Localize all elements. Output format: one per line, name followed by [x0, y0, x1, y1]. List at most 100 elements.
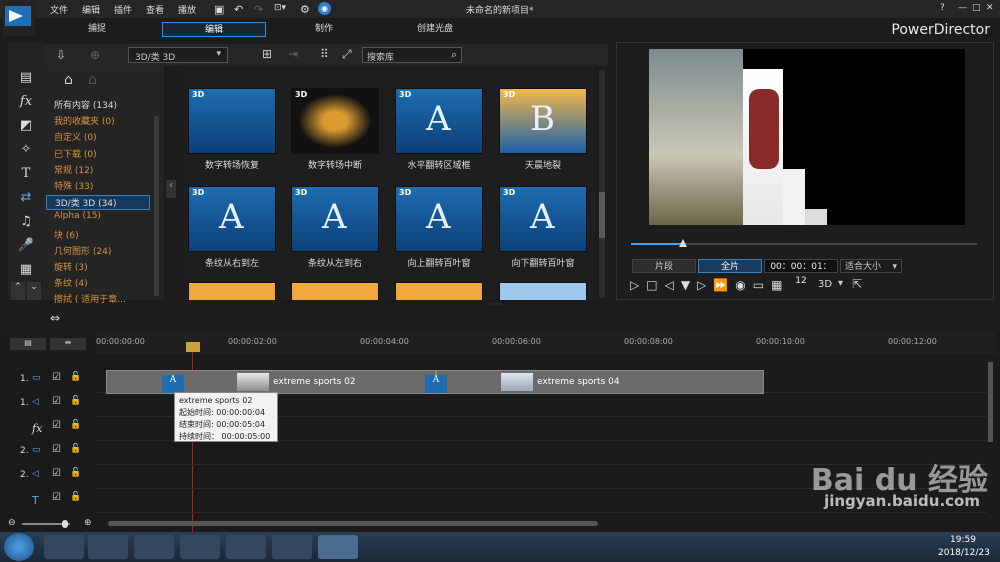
track-enable-checkbox[interactable]: ☑	[52, 492, 61, 503]
fast-forward-icon[interactable]: ⏩	[713, 278, 735, 292]
category-item[interactable]: 几何图形 (24)	[54, 244, 111, 257]
clip-mode-button[interactable]: 片段	[632, 259, 696, 273]
media-room-icon[interactable]: ▤	[16, 70, 36, 88]
undo-icon[interactable]: ↶	[234, 3, 243, 16]
transition-thumbnail[interactable]: 3D B	[499, 88, 587, 154]
expand-view-icon[interactable]: ⤢	[342, 47, 352, 62]
tab-capture[interactable]: 捕捉	[60, 22, 134, 37]
settings-icon[interactable]: ⚙	[300, 3, 310, 16]
snapshot-icon[interactable]: ◉	[735, 278, 752, 292]
zoom-fit-select[interactable]: 适合大小 ▾	[840, 259, 902, 273]
preview-seek-bar[interactable]	[631, 239, 977, 247]
close-button[interactable]: ✕	[986, 3, 994, 13]
transition-thumbnail[interactable]: 3D A	[395, 186, 483, 252]
zoom-slider[interactable]	[22, 520, 70, 528]
transition-marker-1[interactable]: A	[162, 375, 184, 393]
zoom-in-icon[interactable]: ⊕	[84, 518, 92, 528]
transition-thumbnail[interactable]: 3D A	[188, 186, 276, 252]
redo-icon[interactable]: ↷	[254, 3, 263, 16]
particle-room-icon[interactable]: ✧	[16, 142, 36, 160]
menu-play[interactable]: 播放	[178, 3, 196, 16]
title-room-icon[interactable]: T	[16, 166, 36, 184]
category-item[interactable]: 自定义 (0)	[54, 130, 97, 143]
lock-icon[interactable]: 🔓	[70, 468, 81, 478]
category-item[interactable]: 块 (6)	[54, 228, 79, 241]
lock-icon[interactable]: 🔓	[70, 444, 81, 454]
transition-thumbnail[interactable]	[291, 282, 379, 300]
taskbar-record-icon[interactable]	[272, 535, 312, 559]
voice-over-icon[interactable]: 🎤	[16, 238, 36, 256]
taskbar-firefox-icon[interactable]	[180, 535, 220, 559]
taskbar-powerdirector-icon[interactable]	[318, 535, 358, 559]
track-enable-checkbox[interactable]: ☑	[52, 468, 61, 479]
taskbar-qq-icon[interactable]	[134, 535, 174, 559]
timeline-clip-1[interactable]: A extreme sports 02	[106, 370, 436, 394]
transition-room-icon[interactable]: ⇄	[16, 190, 36, 208]
collapse-panel-icon[interactable]: ‹	[166, 180, 176, 198]
transition-thumbnail[interactable]	[499, 282, 587, 300]
save-icon[interactable]: ▣	[214, 3, 224, 16]
taskbar-explorer-icon[interactable]	[88, 535, 128, 559]
category-scrollbar[interactable]	[154, 116, 159, 296]
category-filter-select[interactable]: 3D/类 3D ▾	[128, 47, 228, 63]
minimize-button[interactable]: —	[958, 3, 967, 13]
import-icon[interactable]: ⇩	[56, 48, 66, 62]
chevron-down-icon[interactable]: ▾	[838, 278, 843, 289]
effect-room-icon[interactable]: fx	[16, 94, 36, 112]
prev-frame-icon[interactable]: ◁	[665, 278, 681, 292]
transition-thumbnail[interactable]: 3D A	[395, 88, 483, 154]
zoom-out-icon[interactable]: ⊖	[8, 518, 16, 528]
category-item[interactable]: 特殊 (33)	[54, 179, 93, 192]
playhead-marker[interactable]	[186, 342, 200, 352]
category-item[interactable]: 所有内容 (134)	[54, 98, 117, 111]
storyboard-view-icon[interactable]: ▤	[10, 338, 46, 350]
volume-icon[interactable]: ▦	[771, 278, 789, 292]
clock-time[interactable]: 19:59	[950, 535, 976, 545]
timecode-display[interactable]: 00：00：01：12	[764, 259, 838, 286]
movie-mode-button[interactable]: 全片	[698, 259, 762, 273]
library-search-input[interactable]: 搜索库 ⌕	[362, 47, 462, 63]
fit-timeline-icon[interactable]: ⇔	[50, 311, 60, 325]
lock-icon[interactable]: 🔓	[70, 372, 81, 382]
library-scroll-thumb[interactable]	[599, 192, 605, 238]
category-item[interactable]: 条纹 (4)	[54, 276, 88, 289]
transition-thumbnail[interactable]: 3D A	[291, 186, 379, 252]
splitter-handle[interactable]: ····	[490, 300, 501, 310]
transition-marker-2[interactable]: A	[425, 375, 447, 393]
mark-icon[interactable]: ▼	[681, 278, 697, 292]
add-to-timeline-icon[interactable]: ⊞	[262, 47, 272, 61]
taskbar-player-icon[interactable]	[226, 535, 266, 559]
transition-thumbnail[interactable]: 3D	[291, 88, 379, 154]
tab-create-disc[interactable]: 创建光盘	[390, 22, 480, 37]
grid-view-icon[interactable]: ⠿	[320, 47, 329, 61]
3d-mode-button[interactable]: 3D	[818, 279, 832, 290]
download-icon[interactable]: ⊕	[90, 48, 100, 62]
track-enable-checkbox[interactable]: ☑	[52, 372, 61, 383]
menu-file[interactable]: 文件	[50, 3, 68, 16]
transition-thumbnail[interactable]: 3D A	[499, 186, 587, 252]
transition-thumbnail[interactable]	[395, 282, 483, 300]
collapse-down-icon[interactable]: ⌄	[27, 282, 41, 300]
pip-room-icon[interactable]: ◩	[16, 118, 36, 136]
lock-icon[interactable]: 🔓	[70, 420, 81, 430]
timeline-v-scrollbar[interactable]	[988, 362, 993, 442]
timeline-clip-2[interactable]: A extreme sports 04	[425, 370, 764, 394]
track-enable-checkbox[interactable]: ☑	[52, 444, 61, 455]
aspect-ratio-icon[interactable]: ⊡▾	[274, 3, 286, 13]
remove-tag-icon[interactable]: ⌂	[88, 72, 97, 88]
start-button[interactable]	[4, 533, 34, 561]
clock-date[interactable]: 2018/12/23	[938, 548, 990, 558]
category-item[interactable]: 3D/类 3D (34)	[46, 195, 150, 211]
restore-button[interactable]: □	[972, 3, 981, 13]
timeline-h-scrollbar[interactable]	[108, 521, 598, 526]
menu-edit[interactable]: 编辑	[82, 3, 100, 16]
timeline-view-icon[interactable]: ⇹	[50, 338, 86, 350]
help-button[interactable]: ?	[940, 3, 945, 13]
menu-plugins[interactable]: 插件	[114, 3, 132, 16]
lock-icon[interactable]: 🔓	[70, 492, 81, 502]
category-item[interactable]: Alpha (15)	[54, 211, 101, 221]
audio-mixing-icon[interactable]: ♫	[16, 214, 36, 232]
add-tag-icon[interactable]: ⌂	[64, 72, 73, 88]
preview-seek-handle[interactable]	[679, 239, 687, 247]
zoom-slider-handle[interactable]	[62, 520, 68, 528]
